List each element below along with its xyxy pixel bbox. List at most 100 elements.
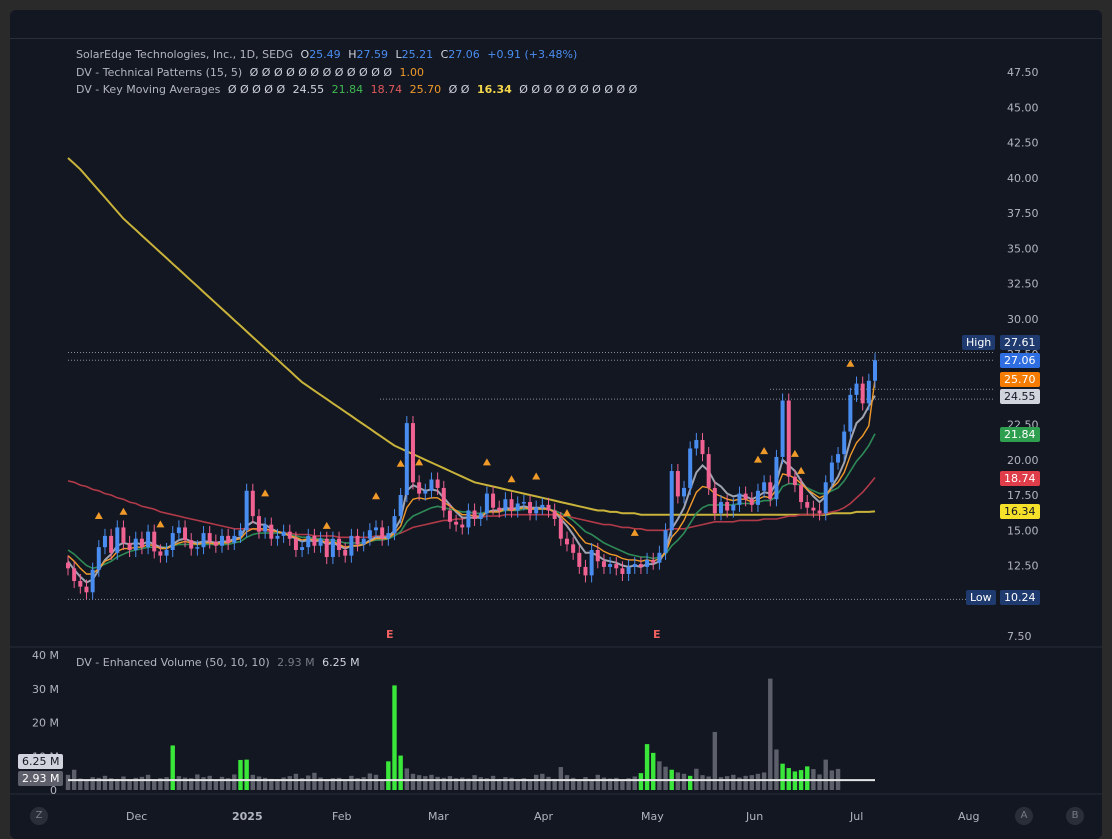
- volume-bar: [564, 775, 570, 790]
- ma-legend[interactable]: DV - Key Moving Averages Ø Ø Ø Ø Ø 24.55…: [76, 83, 641, 96]
- volume-legend[interactable]: DV - Enhanced Volume (50, 10, 10) 2.93 M…: [76, 656, 364, 669]
- candle-body: [72, 568, 77, 582]
- time-tick-label: Jul: [849, 810, 863, 823]
- volume-bar: [663, 766, 668, 790]
- candle-body: [183, 527, 188, 541]
- volume-bar: [478, 777, 483, 790]
- candle-body: [330, 538, 335, 558]
- candle-body: [823, 482, 828, 514]
- settings-button[interactable]: B: [1066, 807, 1084, 825]
- candle-body: [146, 531, 151, 548]
- volume-bar: [102, 775, 108, 790]
- candle-body: [96, 547, 101, 570]
- volume-bar: [644, 744, 650, 790]
- time-tick-label: Aug: [958, 810, 979, 823]
- price-volume-chart[interactable]: 47.50 45.00 42.50 40.00 37.50 35.00 32.50 30.00…: [10, 10, 1102, 839]
- ma-mid: Ø Ø: [448, 83, 470, 96]
- candle-body: [638, 564, 643, 567]
- auto-scale-button[interactable]: A: [1015, 807, 1033, 825]
- candle-body: [552, 510, 557, 519]
- pattern-triangle: [415, 458, 424, 466]
- volume-bar: [429, 774, 434, 790]
- candle-body: [447, 510, 452, 522]
- candle-body: [361, 538, 366, 545]
- price-tick-label: 15.00: [1007, 524, 1039, 537]
- candle-body: [66, 562, 70, 569]
- candle-body: [139, 538, 144, 548]
- pattern-triangle: [760, 447, 769, 455]
- volume-bar: [675, 772, 681, 790]
- volume-bar: [435, 776, 440, 790]
- timezone-button[interactable]: Z: [30, 807, 48, 825]
- volume-bar: [583, 777, 588, 790]
- candle-body: [300, 547, 305, 550]
- volume-bar: [749, 775, 754, 790]
- close-badge: 27.06: [1000, 353, 1040, 368]
- candle-body: [429, 479, 434, 491]
- price-tick-label: 20.00: [1007, 454, 1039, 467]
- price-tick-label: 12.50: [1007, 560, 1039, 573]
- pattern-triangle: [482, 458, 491, 466]
- candle-body: [768, 482, 773, 500]
- ma-value-orange: 25.70: [409, 83, 442, 96]
- candle-body: [115, 527, 120, 553]
- volume-bar: [681, 773, 687, 790]
- patterns-last: 1.00: [399, 66, 425, 79]
- low-badge-value: 10.24: [1000, 590, 1040, 605]
- candle-body: [152, 531, 157, 552]
- price-tick-label: 17.50: [1007, 489, 1039, 502]
- volume-cur-value: 6.25 M: [322, 656, 360, 669]
- pattern-triangle: [261, 489, 270, 497]
- candle-body: [694, 440, 699, 449]
- volume-name: DV - Enhanced Volume (50, 10, 10): [76, 656, 270, 669]
- candle-body: [503, 499, 508, 511]
- ma-value-yellow: 16.34: [476, 83, 512, 96]
- pattern-triangle: [790, 449, 799, 457]
- candle-body: [786, 400, 791, 477]
- volume-bar: [139, 776, 145, 790]
- high-value: 27.59: [356, 48, 388, 61]
- pattern-triangle: [507, 475, 516, 483]
- volume-bar: [823, 759, 828, 790]
- candle-body: [127, 542, 132, 550]
- volume-bar: [145, 774, 151, 790]
- candle-body: [521, 502, 526, 504]
- candle-body: [441, 487, 446, 511]
- volume-bar: [410, 773, 416, 790]
- candle-body: [725, 502, 730, 511]
- price-tick-label: 37.50: [1007, 207, 1039, 220]
- volume-bar: [416, 775, 422, 790]
- candle-body: [454, 521, 459, 525]
- time-tick-label: Mar: [428, 810, 449, 823]
- volume-bar: [774, 749, 779, 790]
- low-label: L: [395, 48, 402, 61]
- price-tick-label: 45.00: [1007, 101, 1039, 114]
- candle-body: [811, 507, 816, 511]
- candle-body: [417, 482, 422, 494]
- candle-body: [534, 507, 539, 514]
- candle-body: [386, 533, 391, 539]
- patterns-legend[interactable]: DV - Technical Patterns (15, 5) Ø Ø Ø Ø …: [76, 66, 428, 79]
- candle-body: [121, 527, 126, 543]
- candle-body: [392, 516, 397, 534]
- candle-body: [380, 527, 385, 539]
- volume-bar: [632, 776, 637, 790]
- ma-value-red: 18.74: [370, 83, 403, 96]
- candle-body: [250, 490, 255, 517]
- candle-body: [688, 448, 693, 488]
- candle-body: [737, 493, 742, 505]
- volume-tick-label: 20 M: [32, 717, 59, 730]
- candle-body: [337, 538, 342, 550]
- candle-body: [817, 510, 822, 514]
- volume-bar: [761, 772, 767, 790]
- candle-body: [663, 530, 668, 553]
- ma-yellow-badge: 16.34: [1000, 504, 1040, 519]
- volume-bar: [558, 767, 564, 790]
- volume-bar: [706, 776, 711, 790]
- candle-body: [176, 527, 181, 534]
- symbol-name: SolarEdge Technologies, Inc., 1D, SEDG: [76, 48, 294, 61]
- volume-bar: [651, 752, 656, 790]
- volume-bar: [786, 768, 791, 790]
- candle-body: [232, 535, 237, 543]
- volume-bar: [768, 678, 773, 790]
